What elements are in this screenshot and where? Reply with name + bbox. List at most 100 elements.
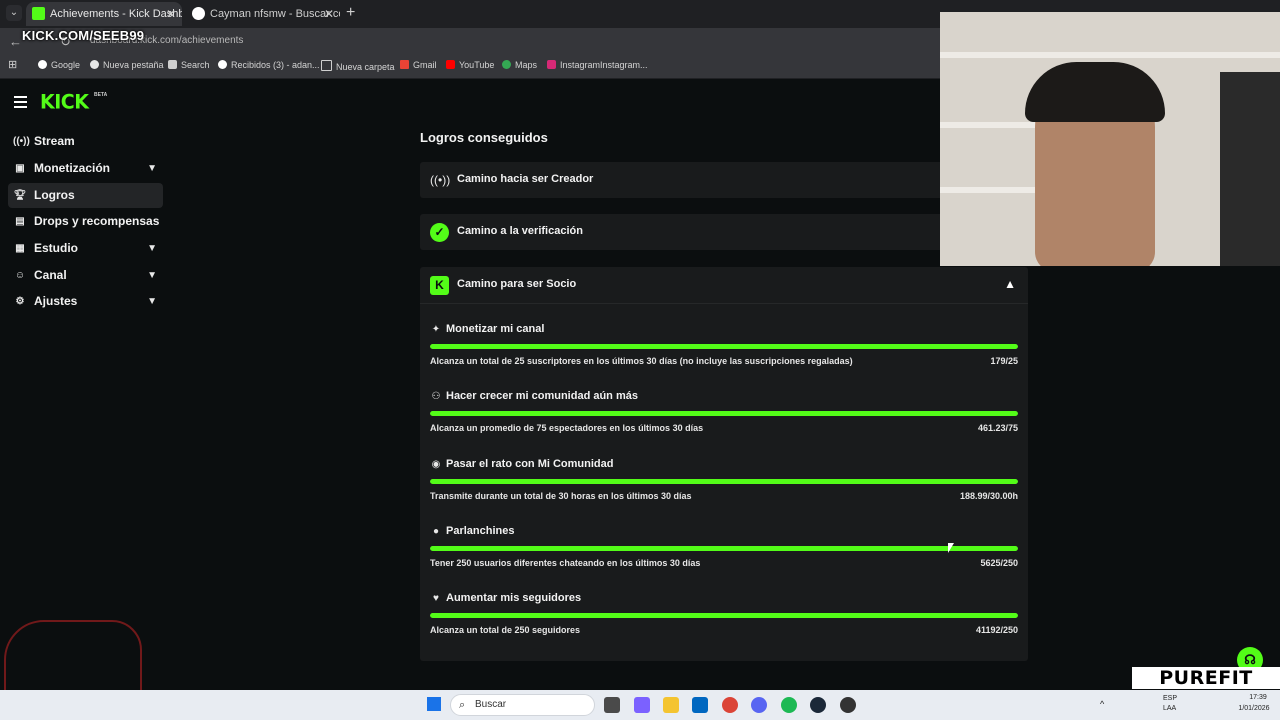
google-icon bbox=[38, 60, 47, 69]
globe-icon bbox=[90, 60, 99, 69]
progress-bar bbox=[430, 479, 1018, 484]
folder-icon bbox=[321, 60, 332, 71]
copilot-icon[interactable] bbox=[634, 697, 650, 713]
chevron-down-icon: ▼ bbox=[147, 163, 157, 174]
users-icon: ☺ bbox=[14, 270, 26, 281]
progress-value: 41192/250 bbox=[975, 625, 1018, 635]
stream-handle-overlay: KICK.COM/SEEB99 bbox=[22, 28, 145, 43]
back-icon[interactable]: ← bbox=[9, 34, 22, 49]
chevron-up-icon[interactable]: ^ bbox=[1100, 699, 1104, 709]
store-icon[interactable] bbox=[692, 697, 708, 713]
tab-google-search[interactable]: Cayman nfsmw - Buscar con Go ✕ bbox=[186, 2, 340, 26]
broadcast-icon: ((•)) bbox=[13, 136, 30, 147]
sidebar-item-estudio[interactable]: ▦ Estudio ▼ bbox=[8, 236, 163, 261]
spotify-icon[interactable] bbox=[781, 697, 797, 713]
obs-icon[interactable] bbox=[840, 697, 856, 713]
google-favicon-icon bbox=[192, 7, 205, 20]
chrome-icon[interactable] bbox=[722, 697, 738, 713]
broadcast-icon: ◉ bbox=[431, 459, 441, 470]
achievement-card-creador[interactable]: ((•)) Camino hacia ser Creador bbox=[420, 162, 1028, 198]
broadcast-icon: ((•)) bbox=[430, 173, 451, 187]
chevron-down-icon: ▼ bbox=[147, 296, 157, 307]
bookmark-new-tab[interactable]: Nueva pestaña bbox=[90, 60, 164, 70]
community-icon: ⚇ bbox=[431, 391, 441, 402]
dollar-icon: ▣ bbox=[15, 163, 25, 174]
sidebar-item-logros[interactable]: 🏆︎ Logros bbox=[8, 183, 163, 208]
achievement-card-socio: K Camino para ser Socio ▲ ✦ Monetizar mi… bbox=[420, 267, 1028, 661]
kick-favicon-icon bbox=[32, 7, 45, 20]
progress-value: 188.99/30.00h bbox=[959, 491, 1018, 501]
tab-label: Cayman nfsmw - Buscar con Go bbox=[210, 8, 340, 20]
progress-fill bbox=[430, 411, 1018, 416]
close-icon[interactable]: ✕ bbox=[166, 2, 176, 26]
google-icon bbox=[218, 60, 227, 69]
search-icon bbox=[168, 60, 177, 69]
task-view-icon[interactable] bbox=[604, 697, 620, 713]
discord-icon[interactable] bbox=[751, 697, 767, 713]
sidebar-item-monetizacion[interactable]: ▣ Monetización ▼ bbox=[8, 156, 163, 181]
progress-fill bbox=[430, 546, 1018, 551]
trophy-icon: 🏆︎ bbox=[13, 190, 27, 201]
bookmark-inbox[interactable]: Recibidos (3) - adan... bbox=[218, 60, 320, 70]
instagram-icon bbox=[547, 60, 556, 69]
search-icon: ⌕ bbox=[459, 699, 466, 711]
page-title: Logros conseguidos bbox=[420, 130, 548, 145]
progress-fill bbox=[430, 479, 1018, 484]
language-region: LAA bbox=[1163, 705, 1177, 712]
progress-bar bbox=[430, 344, 1018, 349]
headphones-icon bbox=[1025, 62, 1165, 122]
sidebar-item-canal[interactable]: ☺ Canal ▼ bbox=[8, 263, 163, 288]
language-indicator[interactable]: ESP bbox=[1163, 695, 1177, 702]
mouse-cursor bbox=[948, 543, 954, 553]
windows-taskbar: ⌕ Buscar ^ ESP LAA 17:39 1/01/2026 bbox=[0, 690, 1280, 720]
kick-logo[interactable]: KICK bbox=[40, 90, 89, 113]
card-header[interactable]: K Camino para ser Socio ▲ bbox=[420, 267, 1028, 304]
chevron-down-icon: ▼ bbox=[147, 270, 157, 281]
clock-date[interactable]: 1/01/2026 bbox=[1230, 705, 1278, 712]
achievement-card-verificacion[interactable]: ✓ Camino a la verificación bbox=[420, 214, 1028, 250]
progress-bar bbox=[430, 613, 1018, 618]
close-icon[interactable]: ✕ bbox=[324, 2, 334, 26]
bookmark-search[interactable]: Search bbox=[168, 60, 210, 70]
bookmark-google[interactable]: Google bbox=[38, 60, 80, 70]
sidebar-item-stream[interactable]: ((•)) Stream bbox=[8, 129, 163, 154]
bookmark-gmail[interactable]: Gmail bbox=[400, 60, 437, 70]
bookmark-youtube[interactable]: YouTube bbox=[446, 60, 494, 70]
progress-value: 179/25 bbox=[990, 356, 1018, 366]
progress-value: 461.23/75 bbox=[977, 423, 1018, 433]
taskbar-search[interactable]: ⌕ Buscar bbox=[450, 694, 595, 716]
file-explorer-icon[interactable] bbox=[663, 697, 679, 713]
verified-badge-icon: ✓ bbox=[430, 223, 449, 242]
progress-fill bbox=[430, 613, 1018, 618]
gmail-icon bbox=[400, 60, 409, 69]
steam-icon[interactable] bbox=[810, 697, 826, 713]
tab-label: Achievements - Kick Dashboard bbox=[50, 8, 182, 20]
windows-start-icon[interactable] bbox=[427, 697, 441, 711]
sidebar-item-ajustes[interactable]: ⚙ Ajustes ▼ bbox=[8, 289, 163, 314]
bookmark-instagram[interactable]: InstagramInstagram... bbox=[547, 60, 648, 70]
bookmark-maps[interactable]: Maps bbox=[502, 60, 537, 70]
progress-bar bbox=[430, 411, 1018, 416]
tab-search-button[interactable]: ⌄ bbox=[6, 5, 22, 21]
beta-badge: BETA bbox=[94, 92, 108, 98]
apps-grid-icon[interactable]: ⊞ bbox=[8, 58, 17, 71]
chair-shape bbox=[1220, 72, 1280, 266]
gift-icon: ▤ bbox=[15, 216, 25, 227]
sidebar-item-drops[interactable]: ▤ Drops y recompensas bbox=[8, 209, 163, 234]
clock-time[interactable]: 17:39 bbox=[1238, 694, 1278, 701]
layers-icon: ▦ bbox=[15, 243, 25, 254]
bookmark-folder[interactable]: Nueva carpeta bbox=[321, 60, 395, 72]
chat-icon: ● bbox=[432, 526, 440, 537]
chevron-down-icon: ▼ bbox=[147, 243, 157, 254]
webcam-overlay bbox=[940, 12, 1280, 266]
gear-icon: ⚙ bbox=[15, 296, 25, 307]
heart-icon: ♥ bbox=[433, 593, 439, 604]
kick-logo-icon: K bbox=[430, 276, 449, 295]
menu-icon[interactable] bbox=[14, 96, 27, 111]
progress-fill bbox=[430, 344, 1018, 349]
maps-pin-icon bbox=[502, 60, 511, 69]
progress-bar bbox=[430, 546, 1018, 551]
new-tab-button[interactable]: + bbox=[346, 4, 355, 22]
tab-achievements[interactable]: Achievements - Kick Dashboard ✕ bbox=[26, 2, 182, 26]
chevron-up-icon[interactable]: ▲ bbox=[1004, 277, 1016, 291]
